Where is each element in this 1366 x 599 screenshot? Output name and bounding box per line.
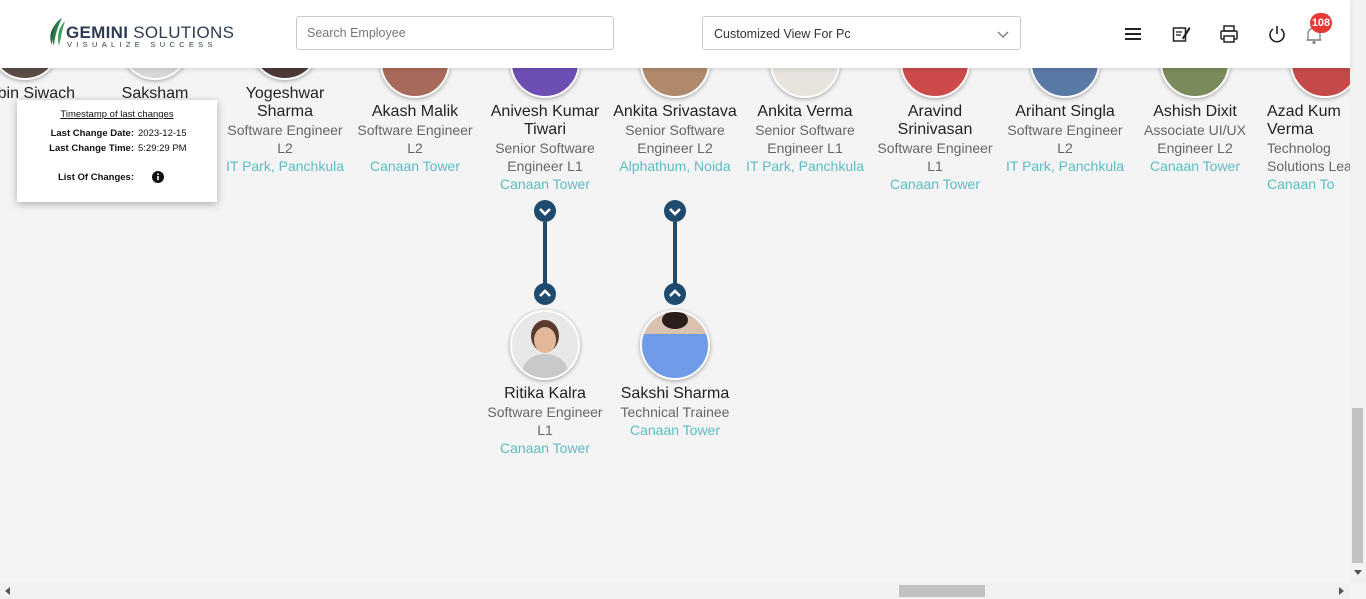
- chevron-down-icon: [997, 31, 1009, 38]
- search-employee-input[interactable]: [296, 16, 614, 50]
- employee-card[interactable]: Anivesh Kumar Tiwari Senior Software Eng…: [483, 103, 607, 193]
- top-bar: GEMINI SOLUTIONS VISUALIZE SUCCESS Custo…: [0, 0, 1350, 68]
- scroll-left-arrow-icon[interactable]: [3, 586, 13, 596]
- last-change-date-value: 2023-12-15: [138, 128, 187, 139]
- print-icon[interactable]: [1219, 24, 1239, 44]
- expand-parent-button[interactable]: [534, 283, 556, 305]
- tooltip-title: Timestamp of last changes: [60, 109, 174, 120]
- employee-card[interactable]: Arihant Singla Software Engineer L2 IT P…: [1003, 103, 1127, 175]
- avatar[interactable]: [510, 68, 580, 98]
- power-icon[interactable]: [1267, 24, 1287, 44]
- horizontal-scrollbar[interactable]: [0, 583, 1350, 599]
- last-changes-tooltip: Timestamp of last changes Last Change Da…: [17, 100, 217, 202]
- employee-card[interactable]: Yogeshwar Sharma Software Engineer L2 IT…: [223, 85, 347, 175]
- view-select-value: Customized View For Pc: [714, 27, 851, 41]
- connector-line: [543, 222, 547, 284]
- notification-count-badge: 108: [1310, 13, 1332, 33]
- info-icon[interactable]: [152, 171, 164, 183]
- connector-line: [673, 222, 677, 284]
- avatar[interactable]: [1030, 68, 1100, 98]
- expand-parent-button[interactable]: [664, 283, 686, 305]
- edit-note-icon[interactable]: [1171, 24, 1191, 44]
- last-change-time-value: 5:29:29 PM: [138, 143, 187, 154]
- collapse-children-button[interactable]: [664, 200, 686, 222]
- avatar[interactable]: [640, 310, 710, 380]
- employee-card[interactable]: Sakshi Sharma Technical Trainee Canaan T…: [613, 385, 737, 439]
- avatar[interactable]: [1160, 68, 1230, 98]
- avatar[interactable]: [380, 68, 450, 98]
- avatar[interactable]: [0, 68, 60, 80]
- avatar[interactable]: [120, 68, 190, 80]
- last-change-time-label: Last Change Time:: [49, 143, 134, 154]
- company-logo[interactable]: GEMINI SOLUTIONS VISUALIZE SUCCESS: [48, 18, 234, 50]
- person-photo-icon: [520, 320, 570, 378]
- person-photo-icon: [642, 312, 708, 378]
- avatar[interactable]: [250, 68, 320, 80]
- avatar[interactable]: [900, 68, 970, 98]
- list-of-changes-label: List Of Changes:: [57, 172, 134, 183]
- last-change-date-label: Last Change Date:: [50, 128, 134, 139]
- employee-card[interactable]: Akash Malik Software Engineer L2 Canaan …: [353, 103, 477, 175]
- menu-icon[interactable]: [1123, 24, 1143, 44]
- logo-leaf-icon: [50, 18, 65, 46]
- logo-tagline: VISUALIZE SUCCESS: [67, 40, 217, 49]
- employee-card[interactable]: Azad Kum Verma Technolog Solutions Lea C…: [1263, 103, 1350, 193]
- avatar[interactable]: [640, 68, 710, 98]
- horizontal-scrollbar-thumb[interactable]: [899, 585, 985, 597]
- employee-card[interactable]: Ankita Verma Senior Software Engineer L1…: [743, 103, 867, 175]
- avatar[interactable]: [1290, 68, 1350, 98]
- employee-card[interactable]: Ritika Kalra Software Engineer L1 Canaan…: [483, 385, 607, 457]
- scroll-right-arrow-icon[interactable]: [1336, 586, 1346, 596]
- view-select-dropdown[interactable]: Customized View For Pc: [702, 16, 1021, 50]
- vertical-scrollbar-thumb[interactable]: [1352, 408, 1363, 563]
- collapse-children-button[interactable]: [534, 200, 556, 222]
- scroll-down-arrow-icon[interactable]: [1353, 567, 1363, 577]
- avatar[interactable]: [510, 310, 580, 380]
- employee-card[interactable]: Aravind Srinivasan Software Engineer L1 …: [873, 103, 997, 193]
- employee-card[interactable]: Ankita Srivastava Senior Software Engine…: [613, 103, 737, 175]
- employee-card[interactable]: Ashish Dixit Associate UI/UX Engineer L2…: [1133, 103, 1257, 175]
- avatar[interactable]: [770, 68, 840, 98]
